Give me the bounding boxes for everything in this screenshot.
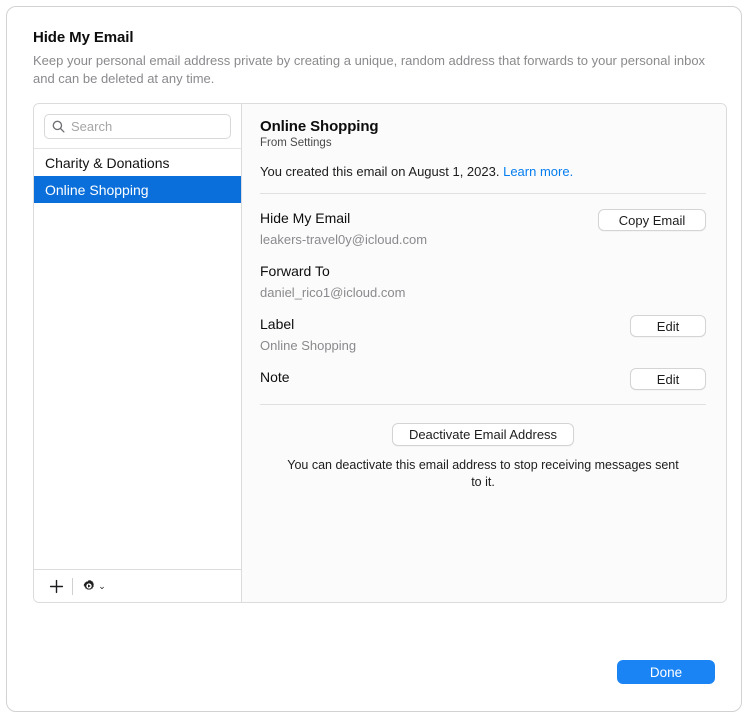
deactivate-section: Deactivate Email Address You can deactiv…	[260, 423, 706, 491]
forward-to-label: Forward To	[260, 262, 405, 281]
separator-top	[260, 193, 706, 194]
hide-my-email-row: Hide My Email leakers-travel0y@icloud.co…	[260, 209, 706, 247]
separator-bottom	[260, 404, 706, 405]
email-list: Charity & Donations Online Shopping	[34, 149, 241, 569]
header: Hide My Email Keep your personal email a…	[7, 7, 741, 88]
deactivate-note: You can deactivate this email address to…	[283, 457, 683, 491]
copy-email-button[interactable]: Copy Email	[598, 209, 706, 231]
created-date-text: You created this email on August 1, 2023…	[260, 164, 499, 179]
forward-to-value: daniel_rico1@icloud.com	[260, 285, 405, 300]
detail-panel: Online Shopping From Settings You create…	[242, 104, 726, 602]
plus-icon	[49, 579, 64, 594]
edit-label-button[interactable]: Edit	[630, 315, 706, 337]
footer: Done	[7, 633, 741, 711]
search-input[interactable]	[71, 119, 223, 134]
created-date-line: You created this email on August 1, 2023…	[260, 164, 706, 179]
sidebar-toolbar: ⌄	[34, 569, 241, 602]
note-field: Note	[260, 368, 290, 387]
page-title: Hide My Email	[33, 29, 715, 46]
done-button[interactable]: Done	[617, 660, 715, 684]
label-row: Label Online Shopping Edit	[260, 315, 706, 353]
search-icon	[52, 120, 65, 133]
list-item-charity-donations[interactable]: Charity & Donations	[34, 149, 241, 176]
forward-to-row: Forward To daniel_rico1@icloud.com	[260, 262, 706, 300]
toolbar-divider	[72, 578, 73, 595]
label-field-value: Online Shopping	[260, 338, 356, 353]
chevron-down-icon: ⌄	[98, 582, 106, 591]
learn-more-link[interactable]: Learn more.	[503, 164, 573, 179]
edit-note-button[interactable]: Edit	[630, 368, 706, 390]
sidebar: Charity & Donations Online Shopping	[34, 104, 242, 602]
detail-title: Online Shopping	[260, 118, 706, 135]
forward-to-field: Forward To daniel_rico1@icloud.com	[260, 262, 405, 300]
page-description: Keep your personal email address private…	[33, 52, 711, 88]
list-item-online-shopping[interactable]: Online Shopping	[34, 176, 241, 203]
deactivate-email-button[interactable]: Deactivate Email Address	[392, 423, 574, 446]
hide-my-email-value: leakers-travel0y@icloud.com	[260, 232, 427, 247]
main-panel: Charity & Donations Online Shopping	[33, 103, 727, 603]
label-field-label: Label	[260, 315, 356, 334]
hide-my-email-window: Hide My Email Keep your personal email a…	[6, 6, 742, 712]
gear-icon	[82, 579, 96, 593]
add-button[interactable]	[43, 574, 69, 598]
detail-subtitle: From Settings	[260, 137, 706, 149]
note-row: Note Edit	[260, 368, 706, 390]
hide-my-email-label: Hide My Email	[260, 209, 427, 228]
search-container	[34, 104, 241, 149]
label-field: Label Online Shopping	[260, 315, 356, 353]
note-field-label: Note	[260, 368, 290, 387]
search-field[interactable]	[44, 114, 231, 139]
action-menu-button[interactable]: ⌄	[76, 574, 112, 598]
list-item-label: Online Shopping	[45, 182, 149, 198]
hide-my-email-field: Hide My Email leakers-travel0y@icloud.co…	[260, 209, 427, 247]
list-item-label: Charity & Donations	[45, 155, 170, 171]
